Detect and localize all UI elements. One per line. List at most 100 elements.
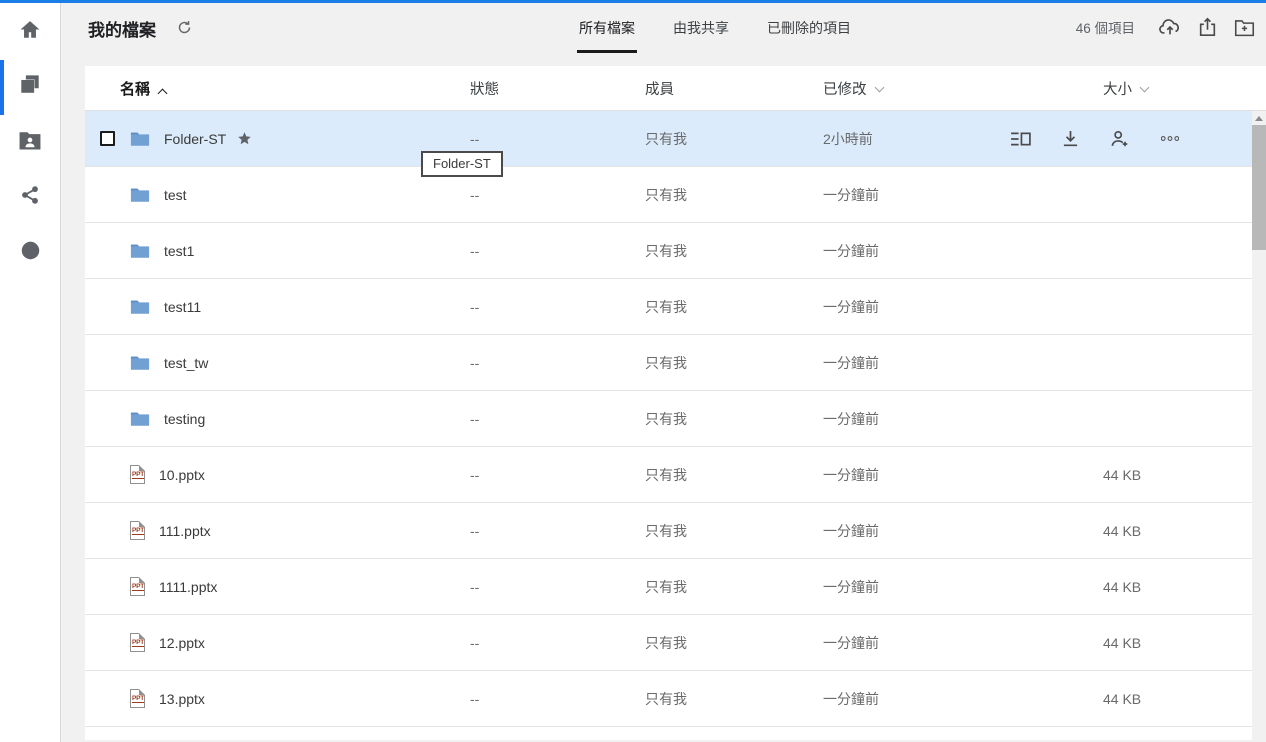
table-row[interactable]: PPT test -- 只有我 一分鐘前 <box>85 167 1252 223</box>
checkbox-cell <box>85 467 130 482</box>
name-cell: PPT test11 <box>130 298 455 315</box>
item-name[interactable]: test1 <box>164 243 194 259</box>
column-header-size[interactable]: 大小 <box>1085 78 1266 99</box>
item-status: -- <box>455 691 630 707</box>
folder-icon <box>130 130 150 147</box>
item-name[interactable]: test11 <box>164 299 201 315</box>
topbar-actions: 46 個項目 <box>1076 17 1255 37</box>
share-icon <box>20 185 40 210</box>
add-user-icon[interactable] <box>1110 130 1130 148</box>
item-size: 44 KB <box>1085 579 1252 595</box>
row-actions <box>1010 111 1179 166</box>
download-icon[interactable] <box>1062 130 1079 147</box>
sidebar-item-public[interactable] <box>0 225 60 280</box>
item-name[interactable]: 10.pptx <box>159 467 205 483</box>
table-row[interactable]: PPT 13.pptx -- 只有我 一分鐘前 44 KB <box>85 671 1252 727</box>
page-title: 我的檔案 <box>88 16 156 41</box>
table-row[interactable]: PPT 1111.pptx -- 只有我 一分鐘前 44 KB <box>85 559 1252 615</box>
file-table: 名稱 狀態 成員 已修改 大小 PPT Folder-ST -- 只有我 2小時… <box>85 66 1266 740</box>
item-modified: 一分鐘前 <box>805 185 1085 205</box>
name-cell: PPT 12.pptx <box>130 633 455 652</box>
item-name[interactable]: testing <box>164 411 205 427</box>
item-modified: 一分鐘前 <box>805 521 1085 541</box>
item-member: 只有我 <box>630 633 805 653</box>
row-checkbox[interactable] <box>100 131 115 146</box>
item-modified: 一分鐘前 <box>805 465 1085 485</box>
table-row[interactable]: PPT Folder-ST -- 只有我 2小時前 <box>85 111 1252 167</box>
checkbox-cell <box>85 131 130 146</box>
ppt-file-icon: PPT <box>130 521 145 540</box>
checkbox-cell <box>85 411 130 426</box>
item-count: 46 個項目 <box>1076 17 1135 37</box>
item-member: 只有我 <box>630 129 805 149</box>
item-member: 只有我 <box>630 521 805 541</box>
name-cell: PPT Folder-ST <box>130 130 455 147</box>
cloud-upload-icon[interactable] <box>1159 17 1181 37</box>
item-name[interactable]: test_tw <box>164 355 208 371</box>
sidebar-item-my-files[interactable] <box>0 60 60 115</box>
item-modified: 一分鐘前 <box>805 297 1085 317</box>
new-folder-icon[interactable] <box>1234 18 1255 37</box>
table-row[interactable]: PPT 111.pptx -- 只有我 一分鐘前 44 KB <box>85 503 1252 559</box>
scroll-up-arrow-icon[interactable] <box>1252 111 1266 125</box>
item-name[interactable]: 1111.pptx <box>159 579 217 595</box>
details-icon[interactable] <box>1010 131 1031 147</box>
column-header-status[interactable]: 狀態 <box>455 78 630 99</box>
sort-asc-icon <box>158 88 168 98</box>
name-cell: PPT 111.pptx <box>130 521 455 540</box>
item-status: -- <box>455 467 630 483</box>
table-row[interactable]: PPT test_tw -- 只有我 一分鐘前 <box>85 335 1252 391</box>
item-name[interactable]: Folder-ST <box>164 131 226 147</box>
folder-user-icon <box>19 130 41 155</box>
item-status: -- <box>455 635 630 651</box>
name-cell: PPT test_tw <box>130 354 455 371</box>
item-modified: 一分鐘前 <box>805 577 1085 597</box>
table-row[interactable]: PPT testing -- 只有我 一分鐘前 <box>85 391 1252 447</box>
table-row[interactable]: PPT test11 -- 只有我 一分鐘前 <box>85 279 1252 335</box>
folder-icon <box>130 186 150 203</box>
star-icon[interactable] <box>237 131 252 146</box>
item-modified: 一分鐘前 <box>805 689 1085 709</box>
tab-bar: 所有檔案 由我共享 已刪除的項目 <box>577 14 853 53</box>
ppt-file-icon: PPT <box>130 633 145 652</box>
table-body: PPT Folder-ST -- 只有我 2小時前 <box>85 111 1266 727</box>
item-member: 只有我 <box>630 409 805 429</box>
item-name[interactable]: 12.pptx <box>159 635 205 651</box>
sidebar-item-shared[interactable] <box>0 170 60 225</box>
column-header-name[interactable]: 名稱 <box>85 78 455 99</box>
item-name[interactable]: test <box>164 187 187 203</box>
item-name[interactable]: 111.pptx <box>159 523 211 539</box>
column-header-modified[interactable]: 已修改 <box>805 78 1085 99</box>
folder-icon <box>130 298 150 315</box>
sidebar-item-home[interactable] <box>0 5 60 60</box>
checkbox-cell <box>85 691 130 706</box>
column-header-member[interactable]: 成員 <box>630 78 805 99</box>
more-icon[interactable] <box>1161 136 1179 141</box>
sidebar-item-net-folders[interactable] <box>0 115 60 170</box>
name-cell: PPT test1 <box>130 242 455 259</box>
refresh-icon[interactable] <box>177 20 192 40</box>
tab-deleted-items[interactable]: 已刪除的項目 <box>765 14 853 53</box>
name-cell: PPT test <box>130 186 455 203</box>
table-row[interactable]: PPT 10.pptx -- 只有我 一分鐘前 44 KB <box>85 447 1252 503</box>
tab-all-files[interactable]: 所有檔案 <box>577 14 637 53</box>
scrollbar-thumb[interactable] <box>1252 125 1266 250</box>
vertical-scrollbar[interactable] <box>1252 111 1266 742</box>
table-row[interactable]: PPT test1 -- 只有我 一分鐘前 <box>85 223 1252 279</box>
table-row[interactable]: PPT 12.pptx -- 只有我 一分鐘前 44 KB <box>85 615 1252 671</box>
home-icon <box>19 19 41 46</box>
checkbox-cell <box>85 187 130 202</box>
item-member: 只有我 <box>630 241 805 261</box>
folder-icon <box>130 410 150 427</box>
ppt-file-icon: PPT <box>130 689 145 708</box>
top-accent-bar <box>0 0 1266 3</box>
tab-shared-by-me[interactable]: 由我共享 <box>671 14 731 53</box>
item-name[interactable]: 13.pptx <box>159 691 205 707</box>
item-modified: 一分鐘前 <box>805 633 1085 653</box>
item-status: -- <box>455 299 630 315</box>
export-upload-icon[interactable] <box>1198 17 1217 37</box>
item-size: 44 KB <box>1085 691 1252 707</box>
checkbox-cell <box>85 635 130 650</box>
item-modified: 一分鐘前 <box>805 241 1085 261</box>
item-status: -- <box>455 523 630 539</box>
